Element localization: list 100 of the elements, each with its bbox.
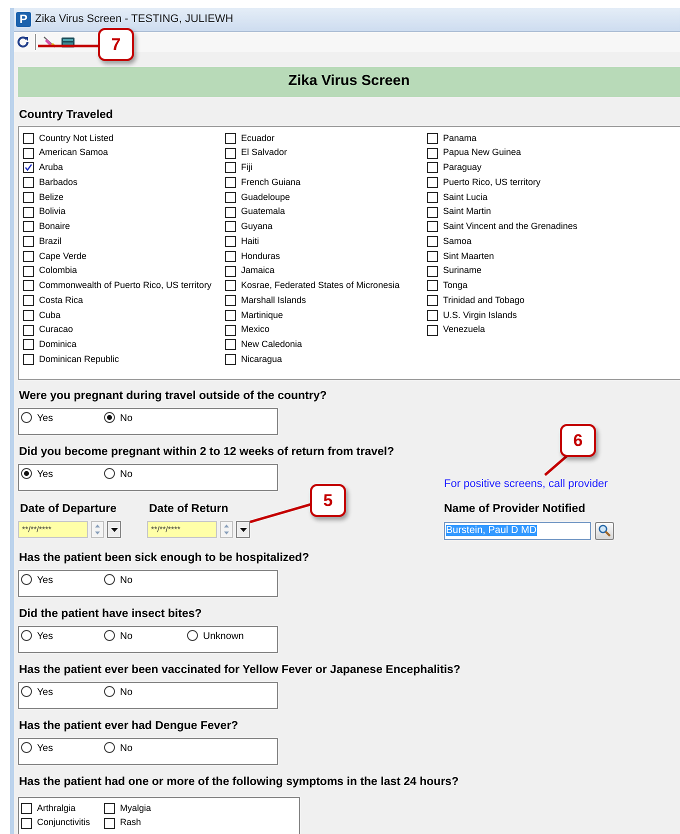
checkbox[interactable] xyxy=(427,148,438,159)
checkbox[interactable] xyxy=(23,192,34,203)
radio-label: Yes xyxy=(37,468,53,482)
checkbox[interactable] xyxy=(23,339,34,350)
date-field[interactable]: **/**/**** xyxy=(18,521,88,538)
checkbox[interactable] xyxy=(225,162,236,174)
question-text: Did the patient have insect bites? xyxy=(19,607,203,621)
checkbox-label: Belize xyxy=(39,190,64,204)
checkbox[interactable] xyxy=(23,177,34,188)
radio-button[interactable] xyxy=(21,742,32,753)
question-text: Has the patient been sick enough to be hospitalized? xyxy=(19,551,310,565)
checkbox[interactable] xyxy=(225,206,236,218)
dropdown-button[interactable] xyxy=(236,521,250,538)
checkbox[interactable] xyxy=(23,280,34,292)
refresh-icon[interactable] xyxy=(17,36,29,48)
field-label: Name of Provider Notified xyxy=(444,502,586,516)
checkbox[interactable] xyxy=(427,132,438,144)
radio-button[interactable] xyxy=(104,468,115,479)
radio-button[interactable] xyxy=(187,630,198,641)
checkbox[interactable] xyxy=(23,236,34,248)
checkbox-label: Marshall Islands xyxy=(241,294,306,307)
checkbox[interactable] xyxy=(225,354,236,366)
checkbox[interactable] xyxy=(23,132,34,144)
checkbox[interactable] xyxy=(225,221,236,232)
checkbox[interactable] xyxy=(427,310,438,321)
radio-button[interactable] xyxy=(21,630,32,641)
leader-line xyxy=(250,502,312,524)
leader-line xyxy=(38,44,100,48)
checkbox[interactable] xyxy=(225,295,236,306)
checkbox-label: Samoa xyxy=(443,234,472,248)
checkbox[interactable] xyxy=(225,280,236,292)
search-button[interactable] xyxy=(595,522,614,540)
radio-button[interactable] xyxy=(104,630,115,641)
radio-button[interactable] xyxy=(21,412,32,423)
checkbox-label: El Salvador xyxy=(241,146,288,160)
radio-button[interactable] xyxy=(104,574,115,585)
checkbox[interactable] xyxy=(23,250,34,262)
checkbox[interactable] xyxy=(225,250,236,262)
checkbox[interactable] xyxy=(427,221,438,232)
checkbox[interactable] xyxy=(104,802,115,814)
checkbox[interactable] xyxy=(225,192,236,203)
checkbox[interactable] xyxy=(23,324,34,336)
info-note: For positive screens, call provider xyxy=(444,477,609,492)
checkbox[interactable] xyxy=(427,324,438,336)
checkbox-label: Arthralgia xyxy=(37,802,76,815)
checkbox[interactable] xyxy=(23,162,34,174)
date-field[interactable]: **/**/**** xyxy=(147,521,217,538)
radio-button[interactable] xyxy=(104,412,115,423)
checkbox[interactable] xyxy=(225,310,236,321)
radio-button[interactable] xyxy=(21,686,32,697)
checkbox[interactable] xyxy=(225,324,236,336)
checkbox-label: Fiji xyxy=(241,161,252,174)
radio-label: Yes xyxy=(37,630,53,644)
checkbox[interactable] xyxy=(23,295,34,306)
checkbox[interactable] xyxy=(21,818,32,829)
checkbox[interactable] xyxy=(23,354,34,366)
checkbox[interactable] xyxy=(225,177,236,188)
checkbox[interactable] xyxy=(427,295,438,306)
checkbox[interactable] xyxy=(23,266,34,277)
checkbox[interactable] xyxy=(225,236,236,248)
checkbox[interactable] xyxy=(23,221,34,232)
checkbox[interactable] xyxy=(427,280,438,292)
checkbox-label: Guyana xyxy=(241,220,273,234)
checkbox-label: Dominican Republic xyxy=(39,352,120,366)
question-text: Has the patient ever been vaccinated for Yellow Fever or Japanese Encephalitis? xyxy=(19,663,462,677)
checkbox[interactable] xyxy=(225,266,236,277)
dropdown-button[interactable] xyxy=(107,521,121,538)
checkbox[interactable] xyxy=(427,236,438,248)
field-label: Date of Departure xyxy=(20,502,118,517)
checkbox[interactable] xyxy=(427,162,438,174)
checkbox[interactable] xyxy=(21,802,32,814)
form-title: Zika Virus Screen xyxy=(18,67,680,97)
question-text: Did you become pregnant within 2 to 12 weeks of return from travel? xyxy=(19,445,396,459)
checkbox[interactable] xyxy=(23,206,34,218)
checkbox[interactable] xyxy=(23,148,34,159)
caret-icon xyxy=(240,528,246,532)
callout-badge: 5 xyxy=(310,484,346,517)
radio-button[interactable] xyxy=(104,686,115,697)
callout-badge: 7 xyxy=(98,28,134,61)
checkbox[interactable] xyxy=(427,192,438,203)
checkbox-label: Ecuador xyxy=(241,132,275,145)
checkbox[interactable] xyxy=(104,818,115,829)
checkbox[interactable] xyxy=(225,148,236,159)
radio-button[interactable] xyxy=(21,574,32,585)
checkbox[interactable] xyxy=(427,250,438,262)
checkbox[interactable] xyxy=(427,177,438,188)
checkbox[interactable] xyxy=(225,132,236,144)
checkbox[interactable] xyxy=(23,310,34,321)
radio-label: Yes xyxy=(37,742,53,756)
checkbox-label: Bonaire xyxy=(39,220,70,234)
checkbox-label: Cuba xyxy=(39,308,61,322)
checkbox[interactable] xyxy=(225,339,236,350)
checkbox[interactable] xyxy=(427,266,438,277)
radio-button[interactable] xyxy=(21,468,32,479)
checkbox-label: Saint Martin xyxy=(443,205,492,218)
checkbox-label: Nicaragua xyxy=(241,352,282,366)
checkbox-label: Bolivia xyxy=(39,205,66,218)
radio-button[interactable] xyxy=(104,742,115,753)
checkbox[interactable] xyxy=(427,206,438,218)
window-title: Zika Virus Screen - TESTING, JULIEWH xyxy=(35,12,234,28)
